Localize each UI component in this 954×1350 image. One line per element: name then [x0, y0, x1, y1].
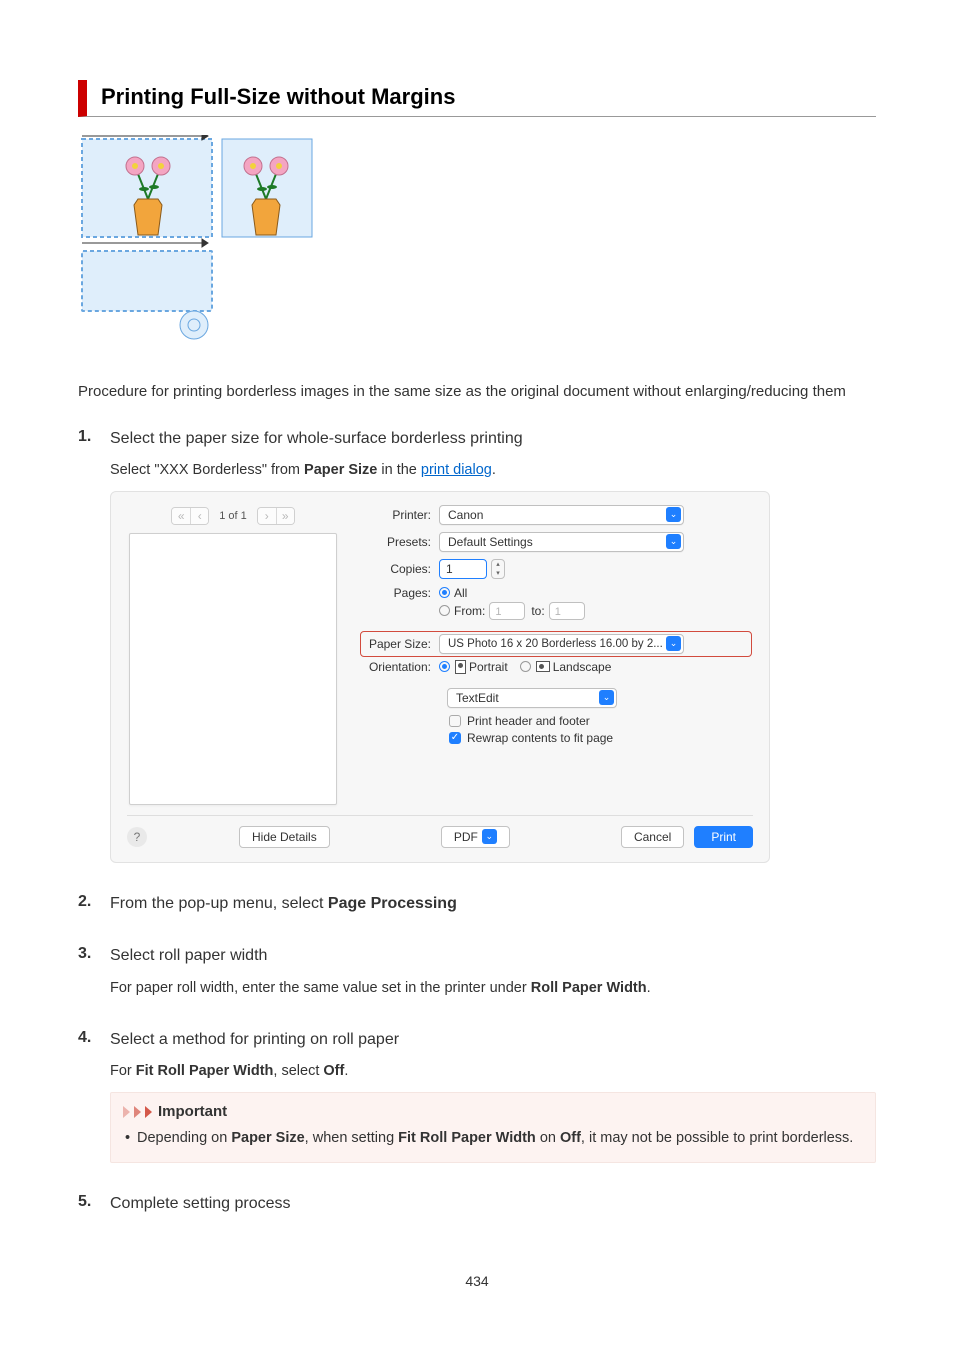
important-chevron-icon	[123, 1106, 130, 1118]
app-section-select[interactable]: TextEdit ⌄	[447, 688, 617, 708]
help-button[interactable]: ?	[127, 827, 147, 847]
step-1-body: Select "XXX Borderless" from Paper Size …	[110, 460, 876, 481]
presets-select[interactable]: Default Settings ⌄	[439, 532, 684, 552]
last-page-icon: »	[276, 508, 294, 524]
prev-page-icon: ‹	[190, 508, 208, 524]
cancel-button[interactable]: Cancel	[621, 826, 684, 848]
from-label: From:	[454, 604, 485, 618]
orientation-landscape-radio[interactable]	[520, 661, 531, 672]
print-header-checkbox[interactable]	[449, 715, 461, 727]
step-2: From the pop-up menu, select Page Proces…	[110, 893, 876, 915]
printer-label: Printer:	[361, 508, 439, 522]
step-3-title: Select roll paper width	[110, 945, 876, 967]
page-title: Printing Full-Size without Margins	[101, 84, 876, 110]
chevron-down-icon: ⌄	[666, 636, 681, 651]
steps-list: Select the paper size for whole-surface …	[78, 428, 876, 1216]
pdf-menu-button[interactable]: PDF ⌄	[441, 826, 510, 848]
rewrap-checkbox[interactable]: ✓	[449, 732, 461, 744]
page-indicator: 1 of 1	[219, 510, 247, 522]
chevron-down-icon: ⌄	[482, 829, 497, 844]
presets-label: Presets:	[361, 535, 439, 549]
landscape-label: Landscape	[553, 660, 612, 674]
portrait-label: Portrait	[469, 660, 508, 674]
important-chevron-icon	[134, 1106, 141, 1118]
pages-all-radio[interactable]	[439, 587, 450, 598]
important-note: Important Depending on Paper Size, when …	[110, 1092, 876, 1163]
from-input[interactable]: 1	[489, 602, 525, 620]
orientation-portrait-radio[interactable]	[439, 661, 450, 672]
step-3-body: For paper roll width, enter the same val…	[110, 978, 876, 999]
chevron-down-icon: ⌄	[599, 690, 614, 705]
copies-label: Copies:	[361, 562, 439, 576]
diagram-svg	[78, 135, 316, 355]
rewrap-label: Rewrap contents to fit page	[467, 731, 613, 745]
step-1-title: Select the paper size for whole-surface …	[110, 428, 876, 450]
preview-nav-back[interactable]: « ‹	[171, 507, 209, 525]
pages-label: Pages:	[361, 586, 439, 600]
to-input[interactable]: 1	[549, 602, 585, 620]
landscape-icon	[536, 661, 550, 672]
step-5: Complete setting process	[110, 1193, 876, 1215]
pages-all-label: All	[454, 586, 467, 600]
important-chevron-icon	[145, 1106, 152, 1118]
important-bullet: Depending on Paper Size, when setting Fi…	[137, 1128, 861, 1150]
illustration-borderless	[78, 135, 876, 355]
chevron-down-icon: ⌄	[666, 507, 681, 522]
hide-details-button[interactable]: Hide Details	[239, 826, 330, 848]
copies-stepper[interactable]: ▴▾	[491, 559, 505, 579]
print-header-label: Print header and footer	[467, 714, 590, 728]
step-4-body: For Fit Roll Paper Width, select Off.	[110, 1061, 876, 1082]
chevron-down-icon: ⌄	[666, 534, 681, 549]
print-dialog-link[interactable]: print dialog	[421, 462, 492, 478]
preview-document	[129, 533, 337, 805]
paper-size-label: Paper Size:	[361, 637, 439, 651]
paper-size-select[interactable]: US Photo 16 x 20 Borderless 16.00 by 2..…	[439, 634, 684, 654]
step-4-title: Select a method for printing on roll pap…	[110, 1029, 876, 1051]
preview-nav-fwd[interactable]: › »	[257, 507, 295, 525]
page-number: 434	[78, 1273, 876, 1289]
print-button[interactable]: Print	[694, 826, 753, 848]
step-2-title: From the pop-up menu, select Page Proces…	[110, 893, 876, 915]
intro-paragraph: Procedure for printing borderless images…	[78, 381, 876, 404]
step-1: Select the paper size for whole-surface …	[110, 428, 876, 863]
portrait-icon	[455, 660, 466, 674]
important-label: Important	[158, 1103, 227, 1120]
to-label: to:	[531, 604, 544, 618]
pages-range-radio[interactable]	[439, 605, 450, 616]
step-3: Select roll paper width For paper roll w…	[110, 945, 876, 998]
orientation-label: Orientation:	[361, 660, 439, 674]
step-5-title: Complete setting process	[110, 1193, 876, 1215]
step-4: Select a method for printing on roll pap…	[110, 1029, 876, 1163]
page-heading: Printing Full-Size without Margins	[78, 80, 876, 117]
next-page-icon: ›	[258, 508, 276, 524]
printer-select[interactable]: Canon ⌄	[439, 505, 684, 525]
first-page-icon: «	[172, 508, 190, 524]
print-dialog-mock: « ‹ 1 of 1 › » Printer:	[110, 491, 770, 863]
copies-input[interactable]: 1	[439, 559, 487, 579]
